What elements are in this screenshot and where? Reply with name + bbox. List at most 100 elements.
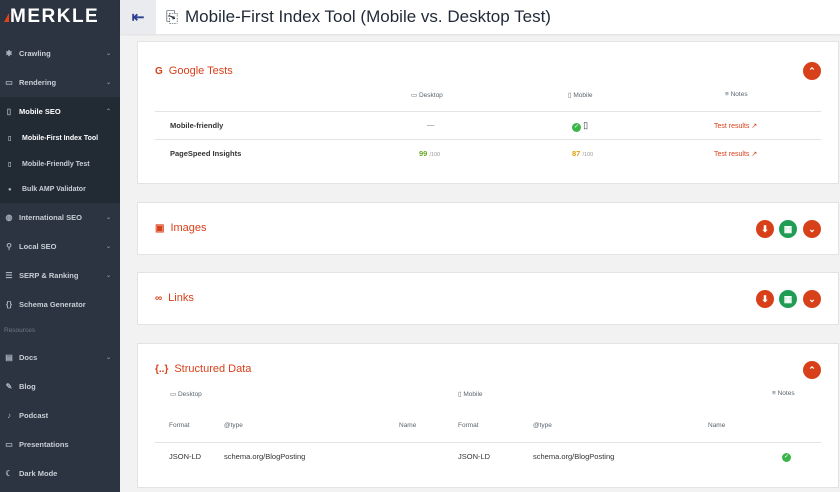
export-sheet-button[interactable]: ▦ bbox=[779, 290, 797, 308]
sidebar-item-international-seo[interactable]: ◍ International SEO ⌄ bbox=[0, 203, 120, 232]
page-title: Mobile-First Index Tool (Mobile vs. Desk… bbox=[185, 7, 551, 26]
external-link-icon: ↗ bbox=[751, 151, 758, 158]
chevron-down-icon: ⌄ bbox=[105, 272, 111, 279]
sidebar-item-dark-mode[interactable]: ☾ Dark Mode bbox=[0, 459, 120, 488]
sidebar-item-presentations[interactable]: ▭ Presentations bbox=[0, 430, 120, 459]
braces-icon: {} bbox=[5, 299, 13, 309]
mobile-friendly-mobile-value: ✓ ▯ bbox=[572, 120, 588, 132]
col-header-mobile: ▯ Mobile bbox=[568, 92, 593, 99]
merkle-logo[interactable]: MERKLE bbox=[4, 6, 99, 28]
sub-header-name: Name bbox=[708, 422, 726, 429]
sidebar-item-local-seo[interactable]: ⚲ Local SEO ⌄ bbox=[0, 232, 120, 261]
divider bbox=[155, 442, 821, 443]
mobile-import-icon: ⎘ bbox=[166, 8, 179, 26]
mobile-format-value: JSON-LD bbox=[458, 452, 491, 461]
sidebar-subitem-mobile-first-index-tool[interactable]: ▯ Mobile-First Index Tool bbox=[0, 126, 120, 152]
sidebar-subitem-bulk-amp-validator[interactable]: ● Bulk AMP Validator bbox=[0, 177, 120, 203]
table-icon: ▦ bbox=[783, 293, 793, 304]
pagespeed-mobile-score: 87 /100 bbox=[572, 149, 594, 158]
row-label-pagespeed-insights: PageSpeed Insights bbox=[170, 149, 242, 158]
sidebar-item-docs[interactable]: ▤ Docs ⌄ bbox=[0, 343, 120, 372]
download-button[interactable]: ⬇ bbox=[756, 220, 774, 238]
sidebar: MERKLE ✱ Crawling ⌄ ▭ Rendering ⌄ ▯ Mobi… bbox=[0, 0, 120, 492]
sidebar-item-rendering[interactable]: ▭ Rendering ⌄ bbox=[0, 68, 120, 97]
external-link-icon: ↗ bbox=[751, 123, 758, 130]
col-header-desktop: ▭ Desktop bbox=[411, 92, 443, 99]
test-results-link[interactable]: Test results ↗ bbox=[714, 150, 757, 158]
structured-data-card: {..} Structured Data ⌃ ▭ Desktop ▯ Mobil… bbox=[137, 343, 839, 488]
book-icon: ▤ bbox=[5, 352, 13, 362]
pin-icon: ⚲ bbox=[6, 241, 12, 251]
google-icon: G bbox=[155, 65, 163, 77]
links-card: ∞ Links ⬇ ▦ ⌄ bbox=[137, 272, 839, 325]
row-label-mobile-friendly: Mobile-friendly bbox=[170, 121, 224, 130]
sub-header-type: @type bbox=[533, 422, 552, 429]
mobile-import-icon: ▯ bbox=[8, 136, 12, 143]
microphone-icon: ♪ bbox=[7, 410, 11, 420]
download-icon: ⬇ bbox=[761, 223, 769, 234]
desktop-type-value: schema.org/BlogPosting bbox=[224, 452, 306, 461]
sidebar-item-crawling[interactable]: ✱ Crawling ⌄ bbox=[0, 39, 120, 68]
divider bbox=[155, 139, 821, 140]
pagespeed-desktop-score: 99 /100 bbox=[419, 149, 441, 158]
sub-header-name: Name bbox=[399, 422, 417, 429]
mobile-friendly-desktop-value: — bbox=[427, 120, 435, 129]
chevron-up-icon: ⌃ bbox=[808, 364, 816, 375]
chevron-down-icon: ⌄ bbox=[105, 51, 111, 57]
download-button[interactable]: ⬇ bbox=[756, 290, 774, 308]
desktop-icon: ▭ bbox=[170, 391, 178, 398]
sub-header-format: Format bbox=[169, 422, 190, 429]
chevron-down-icon: ⌄ bbox=[105, 214, 111, 221]
match-status: ✓ bbox=[782, 451, 791, 462]
link-icon: ∞ bbox=[155, 292, 163, 304]
chevron-down-icon: ⌄ bbox=[808, 293, 816, 304]
chevron-up-icon: ⌃ bbox=[105, 109, 111, 115]
collapse-sidebar-button[interactable]: ⇤ bbox=[120, 0, 156, 34]
export-sheet-button[interactable]: ▦ bbox=[779, 220, 797, 238]
card-title-images[interactable]: ▣ Images bbox=[155, 222, 207, 234]
sidebar-section-resources: Resources bbox=[4, 327, 36, 334]
mobile-icon: ▯ bbox=[6, 107, 12, 116]
expand-button[interactable]: ⌄ bbox=[803, 290, 821, 308]
check-circle-icon: ✓ bbox=[572, 123, 581, 132]
mobile-icon: ▯ bbox=[8, 161, 12, 168]
chevron-down-icon: ⌄ bbox=[105, 80, 111, 86]
logo-bar: MERKLE bbox=[0, 0, 120, 34]
spider-icon: ✱ bbox=[5, 49, 13, 58]
divider bbox=[155, 111, 821, 112]
chevron-up-icon: ⌃ bbox=[808, 65, 816, 76]
list-icon: ☰ bbox=[5, 270, 13, 280]
expand-button[interactable]: ⌄ bbox=[803, 220, 821, 238]
images-card: ▣ Images ⬇ ▦ ⌄ bbox=[137, 202, 839, 255]
sidebar-item-mobile-seo[interactable]: ▯ Mobile SEO ⌃ bbox=[0, 97, 120, 126]
pencil-icon: ✎ bbox=[5, 381, 13, 391]
chevron-down-icon: ⌄ bbox=[808, 223, 816, 234]
sidebar-item-serp-ranking[interactable]: ☰ SERP & Ranking ⌄ bbox=[0, 261, 120, 290]
logo-triangle-icon bbox=[4, 12, 9, 22]
card-title-structured-data[interactable]: {..} Structured Data bbox=[155, 363, 251, 375]
chevron-down-icon: ⌄ bbox=[105, 243, 111, 250]
sidebar-item-podcast[interactable]: ♪ Podcast bbox=[0, 401, 120, 430]
top-bar: ⇤ ⎘ Mobile-First Index Tool (Mobile vs. … bbox=[120, 0, 840, 34]
card-title-google-tests[interactable]: G Google Tests bbox=[155, 65, 233, 77]
check-circle-icon: ✓ bbox=[782, 453, 791, 462]
sidebar-item-schema-generator[interactable]: {} Schema Generator bbox=[0, 290, 120, 319]
col-header-notes: ≡ Notes bbox=[772, 390, 795, 397]
sidebar-item-blog[interactable]: ✎ Blog bbox=[0, 372, 120, 401]
sub-header-format: Format bbox=[458, 422, 479, 429]
sidebar-nav: ✱ Crawling ⌄ ▭ Rendering ⌄ ▯ Mobile SEO … bbox=[0, 39, 120, 488]
presentation-icon: ▭ bbox=[5, 439, 13, 449]
desktop-icon: ▭ bbox=[411, 92, 419, 99]
collapse-arrow-icon: ⇤ bbox=[131, 9, 145, 26]
mobile-type-value: schema.org/BlogPosting bbox=[533, 452, 615, 461]
card-title-links[interactable]: ∞ Links bbox=[155, 292, 194, 304]
monitor-icon: ▭ bbox=[5, 78, 13, 87]
col-header-mobile: ▯ Mobile bbox=[458, 391, 483, 398]
collapse-button[interactable]: ⌃ bbox=[803, 361, 821, 379]
sub-header-type: @type bbox=[224, 422, 243, 429]
collapse-button[interactable]: ⌃ bbox=[803, 62, 821, 80]
download-icon: ⬇ bbox=[761, 293, 769, 304]
test-results-link[interactable]: Test results ↗ bbox=[714, 122, 757, 130]
braces-icon: {..} bbox=[155, 363, 169, 375]
sidebar-subitem-mobile-friendly-test[interactable]: ▯ Mobile-Friendly Test bbox=[0, 151, 120, 177]
